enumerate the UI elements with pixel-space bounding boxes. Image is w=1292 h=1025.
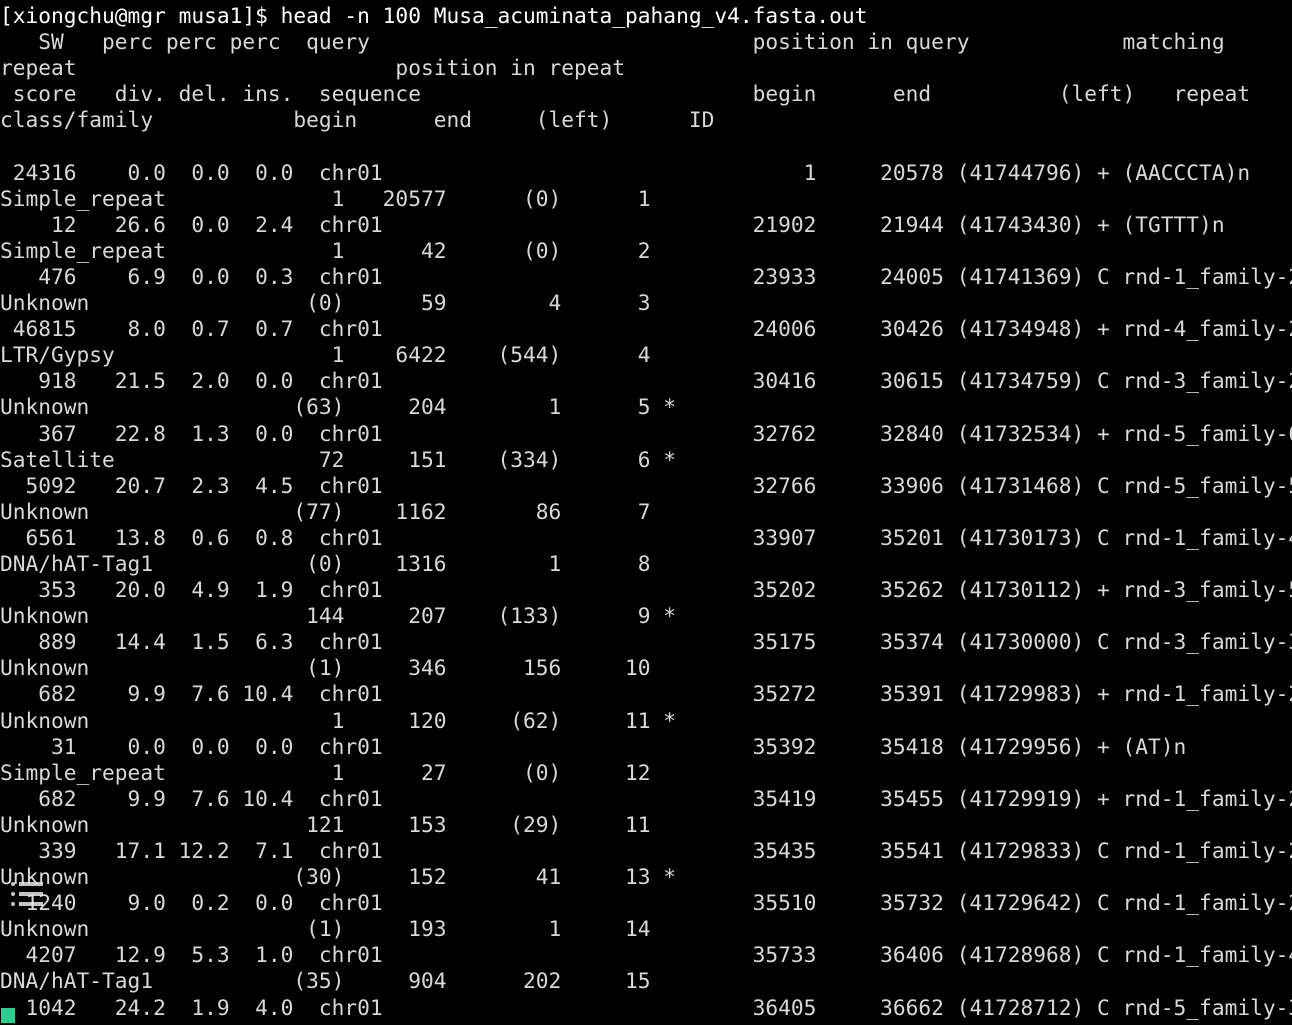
header-line-3: class/family begin end (left) ID: [0, 107, 715, 133]
output-line-33: 1042 24.2 1.9 4.0 chr01 36405 36662 (417…: [0, 994, 1292, 1020]
output-line-14: Unknown (77) 1162 86 7: [0, 498, 651, 524]
output-line-24: Simple_repeat 1 27 (0) 12: [0, 759, 651, 785]
output-line-5: 476 6.9 0.0 0.3 chr01 23933 24005 (41741…: [0, 263, 1292, 289]
header-line-0: SW perc perc perc query position in quer…: [0, 29, 1225, 55]
terminal-output-area[interactable]: [xiongchu@mgr musa1]$ head -n 100 Musa_a…: [0, 0, 1292, 1025]
output-line-9: 918 21.5 2.0 0.0 chr01 30416 30615 (4173…: [0, 368, 1292, 394]
header-line-1: repeat position in repeat: [0, 55, 626, 81]
output-line-17: 353 20.0 4.9 1.9 chr01 35202 35262 (4173…: [0, 577, 1292, 603]
output-line-28: Unknown (30) 152 41 13 *: [0, 864, 677, 890]
output-line-6: Unknown (0) 59 4 3: [0, 290, 651, 316]
output-line-0: [0, 133, 1292, 159]
output-line-25: 682 9.9 7.6 10.4 chr01 35419 35455 (4172…: [0, 785, 1292, 811]
output-line-12: Satellite 72 151 (334) 6 *: [0, 446, 677, 472]
header-line-2: score div. del. ins. sequence begin end …: [0, 81, 1251, 107]
output-line-21: 682 9.9 7.6 10.4 chr01 35272 35391 (4172…: [0, 681, 1292, 707]
output-line-13: 5092 20.7 2.3 4.5 chr01 32766 33906 (417…: [0, 472, 1292, 498]
output-line-16: DNA/hAT-Tag1 (0) 1316 1 8: [0, 550, 651, 576]
output-line-2: Simple_repeat 1 20577 (0) 1: [0, 185, 651, 211]
output-line-8: LTR/Gypsy 1 6422 (544) 4: [0, 342, 651, 368]
output-line-3: 12 26.6 0.0 2.4 chr01 21902 21944 (41743…: [0, 211, 1225, 237]
output-line-10: Unknown (63) 204 1 5 *: [0, 394, 677, 420]
output-line-26: Unknown 121 153 (29) 11: [0, 811, 651, 837]
output-line-11: 367 22.8 1.3 0.0 chr01 32762 32840 (4173…: [0, 420, 1292, 446]
output-line-22: Unknown 1 120 (62) 11 *: [0, 707, 677, 733]
output-line-23: 31 0.0 0.0 0.0 chr01 35392 35418 (417299…: [0, 733, 1187, 759]
output-line-15: 6561 13.8 0.6 0.8 chr01 33907 35201 (417…: [0, 524, 1292, 550]
output-line-20: Unknown (1) 346 156 10: [0, 655, 651, 681]
terminal-cursor: [1, 1008, 15, 1023]
output-line-31: 4207 12.9 5.3 1.0 chr01 35733 36406 (417…: [0, 942, 1292, 968]
output-line-27: 339 17.1 12.2 7.1 chr01 35435 35541 (417…: [0, 838, 1292, 863]
output-line-19: 889 14.4 1.5 6.3 chr01 35175 35374 (4173…: [0, 629, 1292, 655]
output-line-1: 24316 0.0 0.0 0.0 chr01 1 20578 (4174479…: [0, 159, 1251, 185]
output-line-30: Unknown (1) 193 1 14: [0, 916, 651, 942]
output-line-18: Unknown 144 207 (133) 9 *: [0, 603, 677, 629]
output-line-4: Simple_repeat 1 42 (0) 2: [0, 237, 651, 263]
output-line-7: 46815 8.0 0.7 0.7 chr01 24006 30426 (417…: [0, 316, 1292, 342]
output-line-29: 1240 9.0 0.2 0.0 chr01 35510 35732 (4172…: [0, 890, 1292, 916]
prompt-line: [xiongchu@mgr musa1]$ head -n 100 Musa_a…: [0, 3, 868, 28]
output-line-32: DNA/hAT-Tag1 (35) 904 202 15: [0, 968, 651, 994]
